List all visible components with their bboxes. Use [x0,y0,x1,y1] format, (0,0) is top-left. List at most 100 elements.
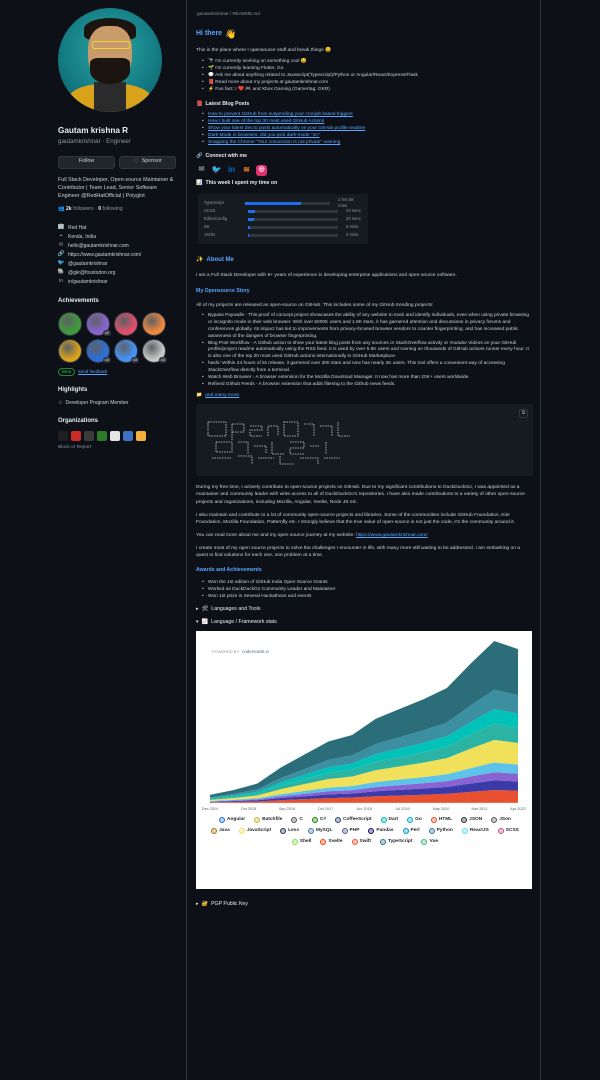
instagram-social-icon[interactable]: ◎ [256,164,267,176]
list-item[interactable]: Snapping the Chrome "Your connection is … [202,140,533,147]
followers-count[interactable]: 2k [66,206,72,212]
legend-item[interactable]: SCSS [497,828,519,835]
legend-swatch [311,817,318,824]
legend-item[interactable]: JSon [491,817,511,824]
profile-info-item[interactable]: in in/gautamkrishnar [58,278,176,287]
connect-heading: 🔗 Connect with me [196,153,533,161]
legend-item[interactable]: TypeScript [380,839,412,846]
highlight-label: Developer Program Member [65,399,129,406]
x-tick-label: Jul 2019 [395,807,409,811]
linkedin-social-icon[interactable]: in [226,165,237,176]
greeting-text: Hi there [196,30,223,38]
legend-item[interactable]: C# [311,817,326,824]
mail-icon: ✉ [58,242,64,249]
following-label[interactable]: following [103,206,123,212]
following-count[interactable]: 0 [98,206,101,212]
organization-avatar[interactable] [123,430,133,441]
copy-icon[interactable]: ⧉ [519,409,528,419]
profile-info-item[interactable]: 🔗 https://www.gautamkrishnar.com/ [58,251,176,260]
website-link[interactable]: https://www.gautamkrishnar.com/ [356,533,428,538]
legend-swatch [211,828,218,835]
profile-info-item[interactable]: 🐦 @gautamkrishnar [58,260,176,269]
legend-item[interactable]: Dart [380,817,398,824]
legend-item[interactable]: Batchfile [254,817,282,824]
badge-count: x3 [158,356,167,363]
send-feedback-link[interactable]: Send feedback [78,369,107,375]
list-item: hashi: Within 24 hours of its release, i… [202,361,533,375]
profile-bio: Full Stack Developer, Open-source Mainta… [58,176,174,199]
achievement-badge[interactable] [58,338,82,363]
legend-label: Pandas [376,827,394,833]
achievement-badge[interactable]: x3 [114,338,139,363]
legend-item[interactable]: Pandas [368,827,394,835]
legend-item[interactable]: PHP [341,828,359,835]
legend-label: Batchfile [262,816,283,822]
x-tick-label: Sep 2016 [279,807,295,811]
x-tick-label: Jun 2018 [356,807,372,811]
highlight-item: ☆ Developer Program Member [58,400,176,407]
legend-item[interactable]: Svelte [320,839,343,846]
block-report-link[interactable]: Block or Report [58,445,176,452]
legend-item[interactable]: JavaScript [238,828,271,835]
legend-item[interactable]: Swift [351,839,371,846]
achievements-badges: x2 x3 x3 x3 [58,311,170,363]
profile-info-text: hello@gautamkrishnar.com [68,242,129,249]
more-projects-link[interactable]: and many more [205,392,239,399]
achievement-badge[interactable]: x2 [86,311,111,336]
follow-button[interactable]: Follow [58,155,115,169]
legend-item[interactable]: CoffeeScript [335,817,372,824]
profile-info-text: @gautamkrishnar [68,260,108,267]
achievement-badge[interactable]: x3 [142,338,167,363]
pgp-key-toggle[interactable]: ▸ 🔐 PGP Public Key [196,901,533,909]
legend-label: ReactJS [469,827,489,833]
legend-item[interactable]: Angular [219,817,245,824]
legend-item[interactable]: HTML [430,817,452,824]
avatar[interactable] [58,8,162,112]
wakatime-bar-fill [248,225,250,229]
achievement-badge[interactable] [114,311,138,336]
sponsor-button[interactable]: ♡ Sponsor [119,155,176,169]
organization-avatar[interactable] [71,430,81,441]
wakatime-stats: TypeScript 2 hrs 58 mins SCSS 23 mins Editor… [198,194,368,245]
organization-avatar[interactable] [84,430,94,441]
legend-item[interactable]: Less [280,828,299,835]
legend-swatch [335,817,342,824]
legend-item[interactable]: JSON [461,817,482,824]
legend-item[interactable]: Python [428,828,453,835]
stats-icon: 📈 [201,619,209,626]
x-tick-label: Oct 2017 [318,807,333,811]
twitter-social-icon[interactable]: 🐦 [211,165,222,176]
org-icon: 🏢 [57,224,65,231]
about-text: I am a Full Stack Developer with 8+ year… [196,272,457,278]
legend-item[interactable]: Perl [402,828,420,835]
legend-item[interactable]: ReactJS [461,827,489,835]
languages-tools-toggle[interactable]: ▸ 🛠 Languages and Tools [196,606,533,614]
legend-swatch [254,817,261,824]
week-heading-text: This week I spent my time on [205,179,278,186]
profile-info-item[interactable]: ✉ hello@gautamkrishnar.com [58,242,176,251]
achievement-badge[interactable]: x3 [86,338,111,363]
followers-label[interactable]: followers [73,206,93,212]
legend-item[interactable]: Shell [291,839,311,846]
legend-item[interactable]: Java [211,828,230,835]
framework-stats-toggle[interactable]: ▾ 📈 Language / Framework stats [196,619,533,627]
legend-item[interactable]: Vue [421,839,438,846]
list-item: 📕 Read more about my projects at gautamk… [202,80,533,87]
organization-avatar[interactable] [97,430,107,441]
achievement-badge[interactable] [58,311,82,336]
organizations-list [58,430,176,441]
legend-swatch [238,828,245,835]
mail-social-icon[interactable]: ✉ [196,165,207,176]
organization-avatar[interactable] [110,430,120,441]
profile-info-item[interactable]: 🐘 @gkr@fosstodon.org [58,269,176,278]
wakatime-bar-fill [248,209,256,213]
achievement-badge[interactable] [142,311,166,336]
stackoverflow-social-icon[interactable]: ≋ [241,165,252,176]
organization-avatar[interactable] [136,430,146,441]
legend-item[interactable]: MySQL [308,828,333,835]
legend-item[interactable]: C [291,817,303,824]
organization-avatar[interactable] [58,430,68,441]
legend-item[interactable]: Go [407,817,422,824]
avatar-beard [90,58,130,84]
profile-name: Gautam krishna R [58,126,129,135]
